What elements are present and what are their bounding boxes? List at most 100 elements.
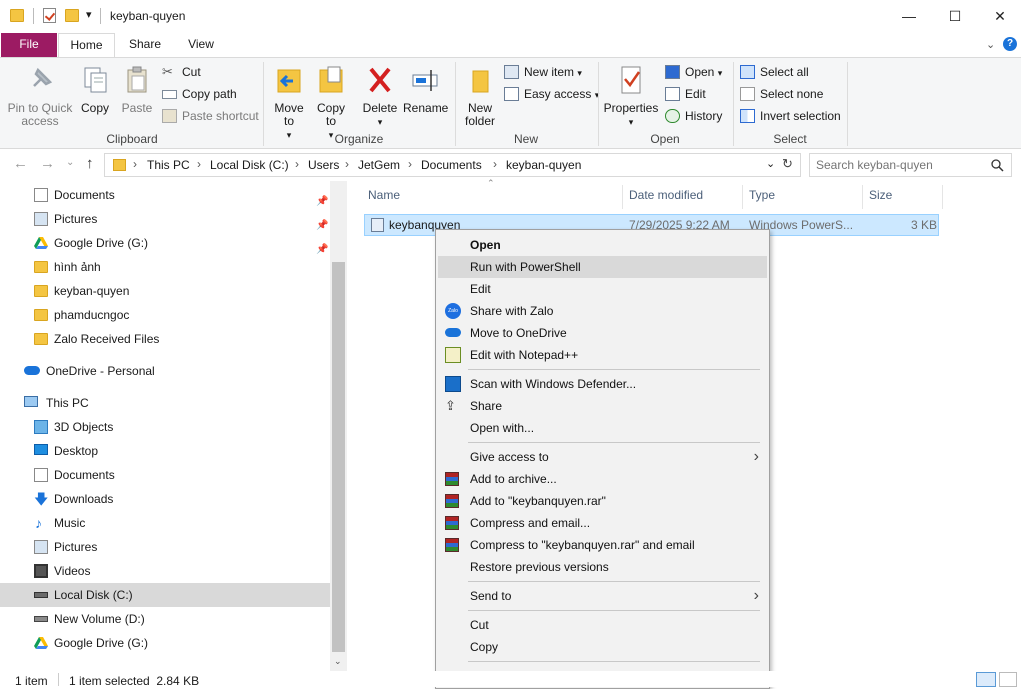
delete-button[interactable]: Delete ▾ [360,64,400,129]
breadcrumb-documents[interactable]: Documents [421,158,482,172]
close-button[interactable]: ✕ [977,0,1021,32]
select-none-button[interactable]: Select none [740,84,823,104]
details-view-icon[interactable] [976,672,996,687]
nav-item-this-pc[interactable]: This PC [0,391,330,415]
recent-locations-icon[interactable]: ⌄ [66,157,74,168]
chevron-right-icon[interactable]: › [345,157,349,171]
menu-item-add-to-archive[interactable]: Add to archive... [438,468,767,490]
breadcrumb-keyban-quyen[interactable]: keyban-quyen [506,158,581,172]
nav-item-3d-objects[interactable]: 3D Objects [0,415,330,439]
select-all-button[interactable]: Select all [740,62,809,82]
chevron-right-icon[interactable]: › [295,157,299,171]
chevron-right-icon[interactable]: › [133,157,137,171]
invert-selection-button[interactable]: Invert selection [740,106,841,126]
copy-to-button[interactable]: Copy to ▾ [312,64,350,142]
tab-file[interactable]: File [1,33,57,57]
maximize-button[interactable]: ☐ [932,0,978,32]
menu-item-edit[interactable]: Edit [438,278,767,300]
menu-item-scan-defender[interactable]: Scan with Windows Defender... [438,373,767,395]
up-arrow-icon[interactable]: ↑ [86,155,94,172]
paste-shortcut-button[interactable]: Paste shortcut [162,106,259,126]
divider[interactable] [622,185,623,209]
copy-path-button[interactable]: Copy path [162,84,237,104]
rename-button[interactable]: Rename [403,64,448,115]
chevron-right-icon[interactable]: › [197,157,201,171]
menu-item-share[interactable]: ⇪ Share [438,395,767,417]
help-icon[interactable]: ? [1003,37,1017,51]
nav-item-keyban-quyen[interactable]: keyban-quyen [0,279,330,303]
open-button[interactable]: Open ▾ [665,62,722,82]
scroll-down-icon[interactable]: ⌄ [334,656,342,667]
menu-item-give-access[interactable]: Give access to › [438,446,767,468]
menu-item-open[interactable]: Open [438,234,767,256]
copy-button[interactable]: Copy [76,64,114,115]
address-dropdown-icon[interactable]: ⌄ [766,157,775,170]
easy-access-button[interactable]: Easy access ▾ [504,84,599,104]
minimize-button[interactable]: — [886,0,932,32]
address-bar[interactable]: › This PC › Local Disk (C:) › Users › Je… [104,153,801,177]
nav-item-google-drive-quick[interactable]: Google Drive (G:) 📌 [0,231,330,255]
menu-item-compress-rar-email[interactable]: Compress to "keybanquyen.rar" and email [438,534,767,556]
column-header-type[interactable]: Type [749,188,775,202]
menu-item-send-to[interactable]: Send to › [438,585,767,607]
search-box[interactable] [809,153,1012,177]
history-button[interactable]: History [665,106,722,126]
nav-item-documents[interactable]: Documents [0,463,330,487]
menu-item-compress-email[interactable]: Compress and email... [438,512,767,534]
nav-item-pictures-quick[interactable]: Pictures 📌 [0,207,330,231]
breadcrumb-jetgem[interactable]: JetGem [358,158,400,172]
menu-item-open-with[interactable]: Open with... [438,417,767,439]
menu-item-add-to-rar[interactable]: Add to "keybanquyen.rar" [438,490,767,512]
properties-button[interactable]: Properties ▾ [602,64,660,129]
large-icons-view-icon[interactable] [999,672,1017,687]
search-input[interactable] [816,157,986,173]
nav-item-phamducngoc[interactable]: phamducngoc [0,303,330,327]
nav-item-downloads[interactable]: 🡇 Downloads [0,487,330,511]
tab-share[interactable]: Share [120,33,170,57]
tab-view[interactable]: View [176,33,226,57]
breadcrumb-users[interactable]: Users [308,158,339,172]
menu-item-cut[interactable]: Cut [438,614,767,636]
qat-dropdown-icon[interactable]: ▾ [86,8,92,21]
properties-icon[interactable] [43,8,56,23]
nav-item-zalo-received[interactable]: Zalo Received Files [0,327,330,351]
column-header-date[interactable]: Date modified [629,188,703,202]
divider[interactable] [742,185,743,209]
nav-item-local-disk-c[interactable]: Local Disk (C:) [0,583,330,607]
new-folder-button[interactable]: New folder [458,64,502,128]
menu-item-run-with-powershell[interactable]: Run with PowerShell [438,256,767,278]
new-item-button[interactable]: New item ▾ [504,62,582,82]
divider[interactable] [942,185,943,209]
nav-item-music[interactable]: ♪ Music [0,511,330,535]
collapse-ribbon-icon[interactable]: ⌄ [986,38,995,51]
new-folder-icon[interactable] [65,9,79,22]
paste-button[interactable]: Paste [118,64,156,115]
refresh-icon[interactable]: ↻ [782,156,793,172]
nav-item-desktop[interactable]: Desktop [0,439,330,463]
column-header-name[interactable]: Name [368,188,400,202]
cut-button[interactable]: ✂ Cut [162,62,201,82]
nav-item-videos[interactable]: Videos [0,559,330,583]
breadcrumb-this-pc[interactable]: This PC [147,158,190,172]
tab-home[interactable]: Home [58,33,115,58]
nav-item-documents-quick[interactable]: Documents 📌 [0,183,330,207]
divider[interactable] [862,185,863,209]
scrollbar-thumb[interactable] [332,262,345,652]
move-to-button[interactable]: Move to ▾ [270,64,308,142]
menu-item-copy[interactable]: Copy [438,636,767,658]
nav-item-new-volume-d[interactable]: New Volume (D:) [0,607,330,631]
nav-item-onedrive[interactable]: OneDrive - Personal [0,359,330,383]
chevron-right-icon[interactable]: › [408,157,412,171]
nav-item-google-drive[interactable]: Google Drive (G:) [0,631,330,655]
menu-item-restore-versions[interactable]: Restore previous versions [438,556,767,578]
column-header-size[interactable]: Size [869,188,892,202]
nav-item-hinh-anh[interactable]: hình ảnh [0,255,330,279]
back-arrow-icon[interactable]: ← [13,155,28,172]
pin-quick-access-button[interactable]: Pin to Quick access [4,64,76,128]
edit-button[interactable]: Edit [665,84,706,104]
nav-item-pictures[interactable]: Pictures [0,535,330,559]
menu-item-edit-notepadpp[interactable]: Edit with Notepad++ [438,344,767,366]
chevron-right-icon[interactable]: › [493,157,497,171]
breadcrumb-local-disk[interactable]: Local Disk (C:) [210,158,289,172]
forward-arrow-icon[interactable]: → [40,155,55,172]
